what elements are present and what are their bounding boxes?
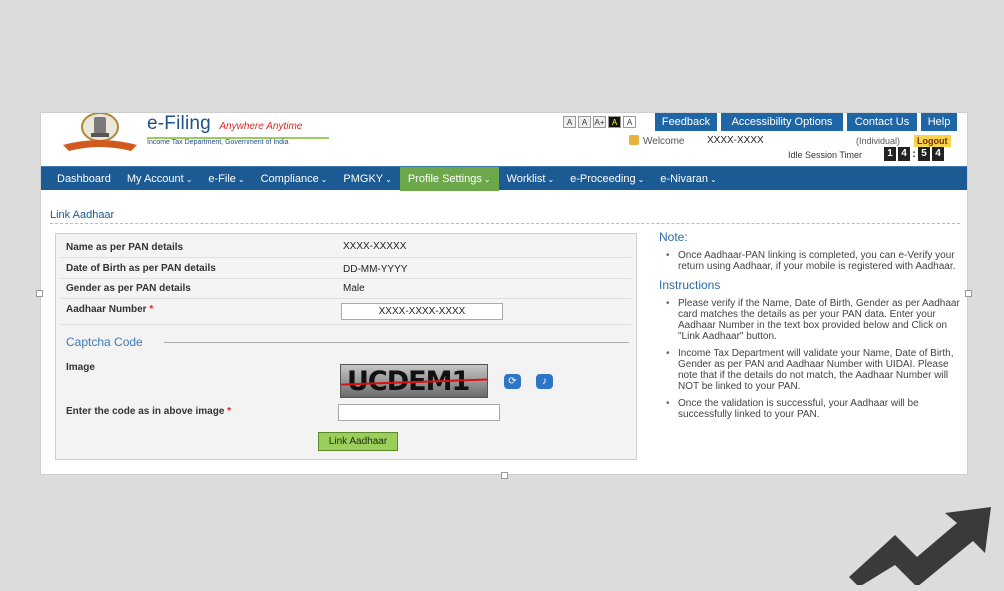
resize-handle-bottom[interactable] — [501, 472, 508, 479]
nav-dashboard[interactable]: Dashboard — [49, 167, 119, 191]
high-contrast-button[interactable]: A — [608, 116, 621, 128]
captcha-code-input[interactable] — [338, 404, 500, 421]
gender-label: Gender as per PAN details — [66, 283, 191, 294]
instructions-heading: Instructions — [659, 278, 721, 292]
required-mark: * — [227, 406, 232, 417]
nav-label: Compliance — [260, 172, 319, 185]
nav-label: e-Proceeding — [570, 172, 636, 185]
screenshot-frame: e-Filing Anywhere Anytime Income Tax Dep… — [40, 112, 968, 475]
instruction-item: Income Tax Department will validate your… — [659, 348, 964, 392]
brand: e-Filing Anywhere Anytime Income Tax Dep… — [147, 113, 329, 146]
accessibility-options-button[interactable]: Accessibility Options — [721, 113, 843, 131]
nav-e-proceeding[interactable]: e-Proceeding ⌄ — [562, 167, 652, 191]
normal-contrast-button[interactable]: A — [623, 116, 636, 128]
trending-up-icon — [849, 507, 991, 585]
name-value: XXXX-XXXXX — [343, 241, 407, 252]
link-aadhaar-form: Name as per PAN details XXXX-XXXXX Date … — [55, 233, 637, 460]
nav-label: Worklist — [506, 172, 546, 185]
gender-value: Male — [343, 283, 365, 294]
nav-compliance[interactable]: Compliance ⌄ — [253, 167, 336, 191]
aadhaar-label-text: Aadhaar Number — [66, 304, 147, 315]
aadhaar-number-input[interactable]: XXXX-XXXX-XXXX — [341, 303, 503, 320]
captcha-heading: Captcha Code — [66, 335, 143, 349]
timer-digit: 4 — [898, 147, 910, 161]
form-row-dob: Date of Birth as per PAN details DD-MM-Y… — [61, 258, 631, 279]
nav-label: e-Nivaran — [660, 172, 708, 185]
image-label: Image — [66, 362, 95, 373]
brand-tagline: Anywhere Anytime — [219, 121, 303, 132]
idle-timer-label: Idle Session Timer — [788, 150, 863, 160]
chevron-down-icon: ⌄ — [185, 174, 193, 184]
dob-label: Date of Birth as per PAN details — [66, 263, 216, 274]
resize-handle-left[interactable] — [36, 290, 43, 297]
nav-label: Dashboard — [57, 172, 111, 185]
form-row-name: Name as per PAN details XXXX-XXXXX — [61, 237, 631, 258]
welcome-label: Welcome — [643, 136, 685, 147]
note-item: Once Aadhaar-PAN linking is completed, y… — [659, 250, 964, 272]
timer-digit: 1 — [884, 147, 896, 161]
chevron-down-icon: ⌄ — [637, 174, 645, 184]
nav-label: My Account — [126, 172, 184, 185]
required-mark: * — [149, 304, 154, 315]
nav-e-nivaran[interactable]: e-Nivaran ⌄ — [652, 167, 724, 191]
font-increase-button[interactable]: A+ — [593, 116, 606, 128]
info-panel: Note: Once Aadhaar-PAN linking is comple… — [659, 230, 964, 426]
chevron-down-icon: ⌄ — [483, 174, 491, 184]
brand-name: e-Filing — [147, 113, 211, 134]
name-label: Name as per PAN details — [66, 242, 184, 253]
chevron-down-icon: ⌄ — [547, 174, 555, 184]
captcha-image: UCDEM1 — [340, 364, 488, 398]
contact-us-button[interactable]: Contact Us — [847, 113, 917, 131]
logout-button[interactable]: Logout — [914, 135, 951, 147]
font-size-controls: A A A+ A A — [563, 116, 636, 128]
user-type: (Individual) — [856, 136, 901, 146]
page-title: Link Aadhaar — [50, 209, 115, 221]
note-heading: Note: — [659, 230, 688, 244]
note-list: Once Aadhaar-PAN linking is completed, y… — [659, 250, 964, 272]
nav-label: PMGKY — [343, 172, 384, 185]
emblem-logo — [63, 113, 137, 151]
nav-e-file[interactable]: e-File ⌄ — [200, 167, 252, 191]
nav-my-account[interactable]: My Account ⌄ — [119, 167, 201, 191]
chevron-down-icon: ⌄ — [709, 174, 717, 184]
refresh-icon[interactable]: ⟳ — [504, 374, 521, 389]
form-row-gender: Gender as per PAN details Male — [61, 279, 631, 299]
title-divider — [50, 223, 960, 224]
resize-handle-right[interactable] — [965, 290, 972, 297]
captcha-divider — [164, 342, 629, 343]
welcome-text: Welcome — [629, 135, 685, 147]
username: XXXX-XXXX — [707, 135, 764, 146]
nav-worklist[interactable]: Worklist ⌄ — [499, 167, 563, 191]
instruction-item: Once the validation is successful, your … — [659, 398, 964, 420]
captcha-code-label: Enter the code as in above image * — [66, 406, 231, 417]
chevron-down-icon: ⌄ — [320, 174, 328, 184]
nav-profile-settings[interactable]: Profile Settings ⌄ — [399, 166, 499, 191]
nav-label: Profile Settings — [407, 172, 482, 185]
nav-pmgky[interactable]: PMGKY ⌄ — [335, 167, 399, 191]
dob-value: DD-MM-YYYY — [343, 264, 408, 275]
timer-separator: : — [912, 148, 916, 160]
feedback-button[interactable]: Feedback — [655, 113, 717, 131]
aadhaar-label: Aadhaar Number * — [66, 304, 153, 315]
main-nav: Dashboard My Account ⌄ e-File ⌄ Compliance… — [41, 166, 967, 191]
chevron-down-icon: ⌄ — [237, 174, 245, 184]
site-header: e-Filing Anywhere Anytime Income Tax Dep… — [41, 113, 967, 165]
font-decrease-button[interactable]: A — [563, 116, 576, 128]
instructions-list: Please verify if the Name, Date of Birth… — [659, 298, 964, 420]
timer-digit: 5 — [918, 147, 930, 161]
instruction-item: Please verify if the Name, Date of Birth… — [659, 298, 964, 342]
dept-name: Income Tax Department, Government of Ind… — [147, 139, 289, 146]
captcha-code-label-text: Enter the code as in above image — [66, 406, 225, 417]
nav-label: e-File — [208, 172, 236, 185]
timer-digit: 4 — [932, 147, 944, 161]
speaker-icon[interactable]: ♪ — [536, 374, 553, 389]
idle-timer: 1 4 : 5 4 — [884, 147, 944, 161]
user-icon — [629, 135, 639, 145]
chevron-down-icon: ⌄ — [385, 174, 392, 184]
help-button[interactable]: Help — [921, 113, 957, 131]
font-normal-button[interactable]: A — [578, 116, 591, 128]
form-row-aadhaar: Aadhaar Number * XXXX-XXXX-XXXX — [61, 299, 631, 325]
link-aadhaar-button[interactable]: Link Aadhaar — [318, 432, 398, 451]
